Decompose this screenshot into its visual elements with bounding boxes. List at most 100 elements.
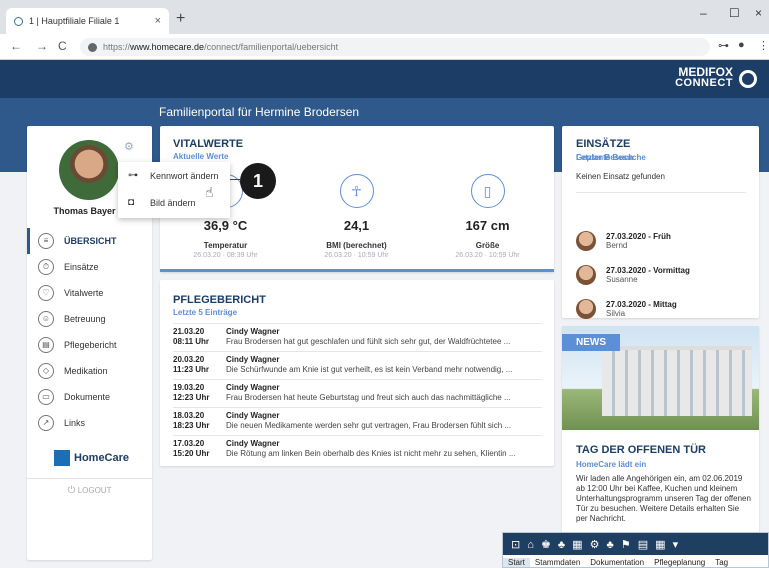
- browser-tabbar: 1 | Hauptfiliale Filiale 1 × + – ☐ ×: [0, 0, 769, 34]
- menu-item-uebersicht[interactable]: ≡ Übersicht: [27, 228, 152, 254]
- entry-author: Cindy Wagner: [226, 439, 280, 448]
- gear-icon[interactable]: ⚙: [124, 140, 134, 153]
- menu-label: Dokumente: [64, 392, 111, 402]
- toolbar-icons[interactable]: ⊡ ⌂ ♚ ♣ ▦ ⚙ ♣ ⚑ ▤ ▦ ▾: [503, 533, 768, 555]
- no-assignment-text: Keinen Einsatz gefunden: [576, 172, 665, 181]
- link-icon: ↗: [38, 415, 54, 431]
- reload-icon[interactable]: C: [58, 39, 67, 53]
- homecare-house-icon: [54, 450, 70, 466]
- vital-subtitle: Aktuelle Werte: [173, 152, 229, 161]
- menu-item-dokumente[interactable]: ▭ Dokumente: [27, 384, 152, 410]
- entry-time: 08:11 Uhr: [173, 337, 210, 346]
- list-item[interactable]: 20.03.20 11:23 Uhr Cindy Wagner Die Schürf…: [173, 351, 542, 379]
- forward-icon[interactable]: →: [36, 39, 48, 53]
- visit-caregiver: Susanne: [606, 275, 638, 284]
- menu-item-pflegebericht[interactable]: ▤ Pflegebericht: [27, 332, 152, 358]
- list-item[interactable]: 17.03.20 15:20 Uhr Cindy Wagner Die Rötung…: [173, 435, 542, 463]
- logout-label: LOGOUT: [77, 486, 112, 495]
- back-icon[interactable]: ←: [10, 39, 22, 53]
- news-title: TAG DER OFFENEN TÜR: [576, 444, 706, 456]
- list-item[interactable]: 27.03.2020 - Mittag Silvia: [576, 292, 751, 326]
- entry-body: Cindy Wagner Die Schürfwunde am Knie ist …: [226, 355, 542, 379]
- tab-title: 1 | Hauptfiliale Filiale 1: [29, 16, 120, 26]
- profile-icon[interactable]: ●: [738, 39, 745, 51]
- entry-time: 18:23 Uhr: [173, 421, 210, 430]
- entry-date: 20.03.20: [173, 355, 205, 364]
- entry-date: 21.03.20: [173, 327, 205, 336]
- close-window-button[interactable]: ×: [755, 6, 762, 20]
- vital-bmi[interactable]: ☥ 24,1 BMI (berechnet) 26.03.20 · 10:59 …: [291, 174, 422, 259]
- vital-value: 167 cm: [465, 218, 510, 233]
- vital-scroll-bar: [160, 269, 554, 272]
- entry-time: 15:20 Uhr: [173, 449, 210, 458]
- hand-cursor-icon: ☝: [205, 184, 214, 200]
- schedule-icon: ⏱: [38, 259, 54, 275]
- new-tab-button[interactable]: +: [176, 10, 185, 28]
- assignments-card: EINSÄTZE Letzter Besuch Keinen Einsatz g…: [562, 126, 759, 319]
- camera-icon: ◘: [128, 197, 135, 208]
- url-input[interactable]: https://www.homecare.de/connect/familien…: [80, 38, 710, 56]
- document-icon: ▭: [38, 389, 54, 405]
- entry-author: Cindy Wagner: [226, 411, 280, 420]
- menu-item-betreuung[interactable]: ☺ Betreuung: [27, 306, 152, 332]
- body-icon: ☥: [339, 174, 374, 208]
- entry-text: Die neuen Medikamente werden sehr gut ve…: [226, 421, 512, 430]
- entry-text: Frau Brodersen hat heute Geburtstag und …: [226, 393, 511, 402]
- entry-body: Cindy Wagner Die neuen Medikamente werden…: [226, 411, 542, 435]
- tab-close-icon[interactable]: ×: [155, 15, 161, 27]
- visit-caregiver: Silvia: [606, 309, 626, 318]
- menu-label: Vitalwerte: [64, 288, 104, 298]
- more-menu-icon[interactable]: ⋮: [758, 39, 769, 52]
- entry-date: 19.03.20: [173, 383, 205, 392]
- visit-info: 27.03.2020 - Früh Bernd: [606, 232, 671, 250]
- vital-date: 26.03.20 · 10:59 Uhr: [455, 252, 520, 259]
- vital-label: Größe: [475, 241, 500, 250]
- entry-date: 17.03.20: [173, 439, 205, 448]
- entry-datetime: 21.03.20 08:11 Uhr: [173, 327, 226, 351]
- homecare-logo: HomeCare: [54, 450, 129, 466]
- vital-label: Temperatur: [203, 241, 248, 250]
- menu-item-vitalwerte[interactable]: ♡ Vitalwerte: [27, 280, 152, 306]
- maximize-button[interactable]: ☐: [729, 6, 740, 20]
- people-icon: ☺: [38, 311, 54, 327]
- key-icon[interactable]: ⊶: [718, 39, 729, 52]
- list-item[interactable]: 19.03.20 12:23 Uhr Cindy Wagner Frau Brode…: [173, 379, 542, 407]
- care-report-card: PFLEGEBERICHT Letzte 5 Einträge 21.03.20…: [160, 280, 554, 466]
- vital-height[interactable]: ▯ 167 cm Größe 26.03.20 · 10:59 Uhr: [422, 174, 553, 259]
- news-tag: NEWS: [562, 334, 620, 351]
- height-icon: ▯: [470, 174, 505, 208]
- minimize-button[interactable]: –: [700, 6, 707, 20]
- brand-line2: CONNECT: [675, 77, 733, 89]
- entry-author: Cindy Wagner: [226, 383, 280, 392]
- tab-pflegeplanung[interactable]: Pflegeplanung: [649, 558, 710, 567]
- entry-datetime: 17.03.20 15:20 Uhr: [173, 439, 226, 463]
- vital-title: VITALWERTE: [173, 138, 244, 150]
- vital-date: 26.03.20 · 08:39 Uhr: [193, 252, 258, 259]
- menu-label: Einsätze: [64, 262, 99, 272]
- brand-ring-icon: [739, 70, 757, 88]
- url-path: /connect/familienportal/uebersicht: [204, 42, 339, 52]
- menu-item-einsaetze[interactable]: ⏱ Einsätze: [27, 254, 152, 280]
- ribbon-tabs: Start Stammdaten Dokumentation Pflegepla…: [503, 555, 768, 568]
- list-item[interactable]: 27.03.2020 - Früh Bernd: [576, 224, 751, 258]
- visit-caregiver: Bernd: [606, 241, 628, 250]
- list-item[interactable]: 27.03.2020 - Vormittag Susanne: [576, 258, 751, 292]
- vital-value: 24,1: [343, 218, 370, 233]
- vital-label: BMI (berechnet): [326, 241, 387, 250]
- tab-start[interactable]: Start: [503, 557, 530, 567]
- care-report-subtitle: Letzte 5 Einträge: [173, 308, 238, 317]
- browser-tab[interactable]: 1 | Hauptfiliale Filiale 1 ×: [6, 8, 169, 34]
- tab-stammdaten[interactable]: Stammdaten: [530, 558, 585, 567]
- entry-author: Cindy Wagner: [226, 327, 280, 336]
- list-item[interactable]: 18.03.20 18:23 Uhr Cindy Wagner Die neuen …: [173, 407, 542, 435]
- tab-dokumentation[interactable]: Dokumentation: [585, 558, 649, 567]
- menu-item-medikation[interactable]: ◇ Medikation: [27, 358, 152, 384]
- menu-label: Links: [64, 418, 86, 428]
- building-image: [602, 346, 752, 416]
- menu-item-links[interactable]: ↗ Links: [27, 410, 152, 436]
- tab-tag[interactable]: Tag: [710, 558, 733, 567]
- power-icon: ⏻: [67, 485, 76, 496]
- entry-text: Die Schürfwunde am Knie ist gut verheilt…: [226, 365, 513, 374]
- list-item[interactable]: 21.03.20 08:11 Uhr Cindy Wagner Frau Brode…: [173, 323, 542, 351]
- logout-button[interactable]: ⏻ LOGOUT: [27, 478, 152, 496]
